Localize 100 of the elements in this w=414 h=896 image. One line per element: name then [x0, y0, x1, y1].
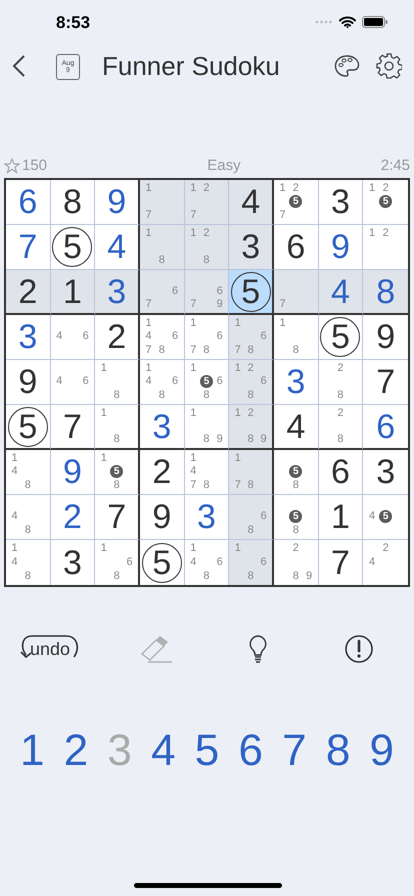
sudoku-cell[interactable]: 3	[274, 360, 319, 405]
pencil-note: 9	[216, 299, 223, 310]
sudoku-cell[interactable]: 1 5 8	[95, 450, 140, 495]
pencil-note: 8	[24, 524, 31, 536]
sudoku-cell[interactable]: 4	[318, 270, 364, 315]
sudoku-cell[interactable]: 9	[50, 450, 96, 495]
sudoku-cell[interactable]: 4	[95, 225, 140, 270]
sudoku-cell[interactable]: 6	[6, 180, 51, 225]
sudoku-cell[interactable]: 1 2 5	[363, 180, 408, 225]
sudoku-cell[interactable]: 6	[318, 450, 364, 495]
sudoku-cell[interactable]: 3	[184, 495, 230, 540]
sudoku-cell[interactable]: 1 4 6 8	[184, 540, 230, 585]
sudoku-cell[interactable]: 2	[50, 495, 96, 540]
cell-digit: 2	[18, 274, 38, 308]
sudoku-cell[interactable]: 2	[140, 450, 185, 495]
number-key[interactable]: 8	[326, 729, 350, 773]
number-key[interactable]: 5	[194, 729, 220, 773]
sudoku-cell[interactable]: 9	[363, 315, 408, 360]
pencil-note: 8	[24, 570, 31, 582]
sudoku-cell[interactable]: 6	[274, 225, 319, 270]
sudoku-cell[interactable]: 7	[363, 360, 408, 405]
sudoku-cell[interactable]: 3	[318, 180, 364, 225]
sudoku-cell[interactable]: 3	[363, 450, 408, 495]
sudoku-cell[interactable]: 4	[274, 405, 319, 450]
theme-button[interactable]	[334, 54, 360, 78]
cell-digit: 3	[331, 185, 350, 219]
sudoku-cell[interactable]: 9	[140, 495, 185, 540]
pencil-note: 7	[280, 299, 286, 310]
pencil-note: 1	[100, 408, 107, 419]
sudoku-cell[interactable]: 6	[363, 405, 408, 450]
number-key[interactable]: 1	[20, 729, 44, 773]
sudoku-cell[interactable]: 1 4 8	[6, 540, 51, 585]
check-button[interactable]	[344, 634, 374, 664]
sudoku-cell[interactable]: 2	[95, 315, 140, 360]
pencil-note: 2	[382, 183, 389, 194]
pencil-note: 1	[190, 543, 196, 554]
sudoku-cell[interactable]: 2	[6, 270, 51, 315]
pencil-note: 1	[234, 363, 241, 374]
sudoku-cell[interactable]: 1 5 6 8	[184, 360, 230, 405]
sudoku-cell[interactable]: 9	[318, 225, 364, 270]
sudoku-cell[interactable]: 9	[6, 360, 51, 405]
sudoku-cell[interactable]: 1 4 7 8	[184, 450, 230, 495]
sudoku-cell[interactable]: 4 8	[6, 495, 51, 540]
pencil-note: 2	[248, 363, 254, 374]
sudoku-cell[interactable]: 1 4 6 8	[140, 360, 185, 405]
sudoku-cell[interactable]: 1 8	[274, 315, 319, 360]
cell-digit: 3	[152, 410, 172, 444]
sudoku-cell[interactable]: 1 4 8	[6, 450, 51, 495]
star-count: 150	[22, 156, 48, 176]
sudoku-cell[interactable]: 2 4	[363, 540, 408, 585]
sudoku-cell[interactable]: 1 6 8	[95, 540, 140, 585]
sudoku-cell[interactable]: 7	[6, 225, 51, 270]
hint-button[interactable]	[248, 634, 268, 664]
sudoku-cell[interactable]: 3	[6, 315, 51, 360]
sudoku-cell[interactable]: 2 8 9	[274, 540, 319, 585]
pencil-note: 1	[146, 183, 152, 194]
sudoku-cell[interactable]: 7	[50, 405, 96, 450]
sudoku-cell[interactable]: 5 8	[274, 450, 319, 495]
pencil-note: 7	[234, 480, 241, 491]
cell-digit: 4	[286, 410, 306, 444]
sudoku-cell[interactable]: 1 8	[95, 360, 140, 405]
sudoku-cell[interactable]: 1 6 7 8	[184, 315, 230, 360]
settings-button[interactable]	[376, 53, 402, 79]
number-key[interactable]: 9	[370, 729, 394, 773]
sudoku-cell[interactable]: 1 8	[95, 405, 140, 450]
sudoku-cell[interactable]: 3	[50, 540, 96, 585]
sudoku-cell[interactable]: 7	[95, 495, 140, 540]
number-key[interactable]: 6	[238, 729, 263, 773]
sudoku-cell[interactable]: 3	[95, 270, 140, 315]
sudoku-cell[interactable]: 2 8	[318, 360, 364, 405]
sudoku-cell[interactable]: 7	[318, 540, 364, 585]
sudoku-cell[interactable]: 1 4 6 7 8	[140, 315, 185, 360]
sudoku-cell[interactable]: 3	[229, 225, 274, 270]
sudoku-cell[interactable]: 8	[50, 180, 96, 225]
cell-digit: 2	[63, 500, 82, 534]
sudoku-cell[interactable]: 4	[229, 180, 274, 225]
sudoku-cell[interactable]: 5 8	[274, 495, 319, 540]
pencil-note: 7	[190, 344, 196, 356]
sudoku-cell[interactable]: 1 8 9	[184, 405, 230, 450]
number-key[interactable]: 7	[282, 729, 307, 773]
sudoku-cell[interactable]: 9	[95, 180, 140, 225]
pencil-note: 4	[369, 556, 376, 568]
sudoku-cell[interactable]: 1	[50, 270, 96, 315]
pencil-note: 6	[216, 331, 223, 342]
sudoku-cell[interactable]: 8	[363, 270, 408, 315]
pencil-note: 8	[292, 480, 299, 491]
sudoku-cell[interactable]: 4 6	[50, 360, 96, 405]
sudoku-cell[interactable]: 1	[318, 495, 364, 540]
sudoku-cell[interactable]: 4 5	[363, 495, 408, 540]
number-key[interactable]: 4	[151, 729, 176, 773]
sudoku-cell[interactable]: 2 8	[318, 405, 364, 450]
sudoku-cell[interactable]: 4 6	[50, 315, 96, 360]
sudoku-cell[interactable]: 3	[140, 405, 185, 450]
sudoku-cell[interactable]: 1 2	[363, 225, 408, 270]
pencil-note: 7	[146, 299, 152, 310]
undo-button[interactable]: undo	[18, 633, 78, 665]
pencil-note: 4	[56, 376, 62, 388]
number-key[interactable]: 2	[64, 729, 88, 773]
sudoku-cell[interactable]: 1 2 5 7	[274, 180, 319, 225]
pencil-note: 6	[172, 331, 178, 342]
